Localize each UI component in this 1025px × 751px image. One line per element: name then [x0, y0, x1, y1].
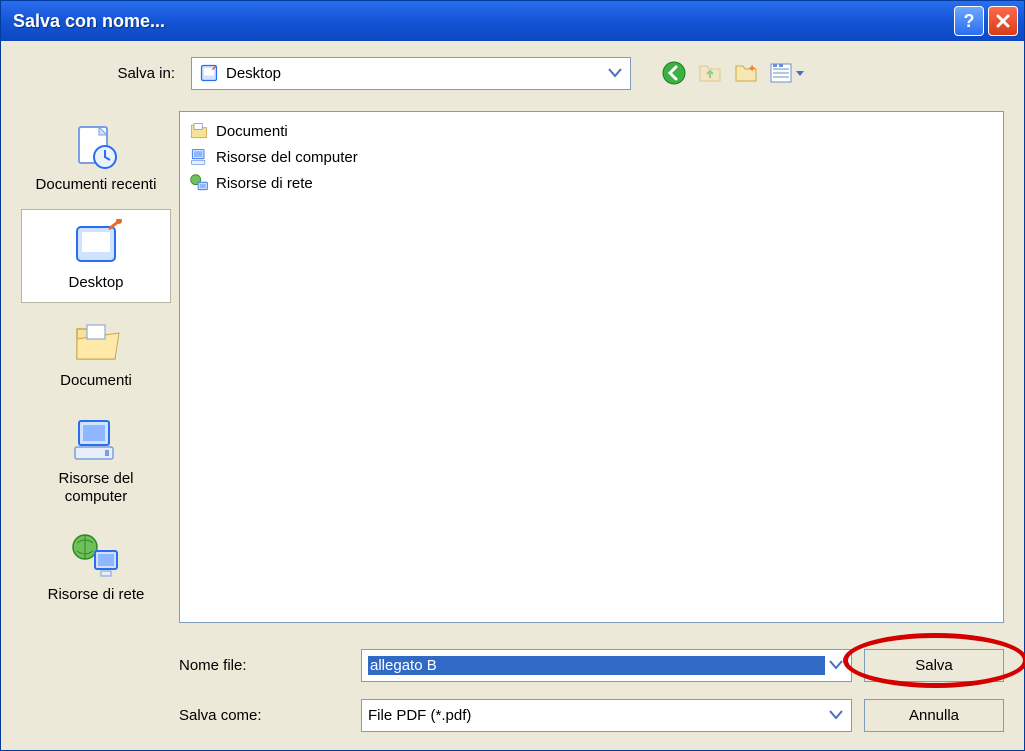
computer-small-icon	[188, 146, 210, 168]
desktop-place-icon	[66, 218, 126, 270]
views-button[interactable]	[767, 58, 807, 88]
up-one-level-button[interactable]	[695, 58, 725, 88]
file-list[interactable]: Documenti Risorse del computer	[179, 111, 1004, 623]
documents-icon	[66, 316, 126, 368]
body-row: Documenti recenti Desktop	[21, 111, 1004, 735]
place-my-computer[interactable]: Risorse del computer	[21, 405, 171, 517]
help-icon: ?	[964, 11, 975, 32]
folder-icon	[188, 120, 210, 142]
desktop-icon	[198, 62, 220, 84]
savetype-combobox[interactable]: File PDF (*.pdf)	[361, 699, 852, 732]
folder-up-icon	[697, 60, 723, 86]
new-folder-button[interactable]	[731, 58, 761, 88]
list-item-label: Risorse di rete	[216, 175, 313, 192]
cancel-button-label: Annulla	[909, 707, 959, 724]
list-item-label: Documenti	[216, 123, 288, 140]
place-label: Documenti	[60, 372, 132, 390]
savetype-value: File PDF (*.pdf)	[368, 707, 825, 724]
place-recent-docs[interactable]: Documenti recenti	[21, 111, 171, 205]
place-label: Documenti recenti	[36, 176, 157, 194]
chevron-down-icon[interactable]	[825, 704, 847, 726]
list-item[interactable]: Risorse di rete	[188, 170, 995, 196]
location-combobox[interactable]: Desktop	[191, 57, 631, 90]
saveas-dialog: Salva con nome... ? Salva in:	[0, 0, 1025, 751]
location-row: Salva in: Desktop	[21, 55, 1004, 91]
computer-icon	[66, 414, 126, 466]
chevron-down-icon[interactable]	[604, 62, 626, 84]
place-label: Risorse di rete	[48, 586, 145, 604]
save-button[interactable]: Salva	[864, 649, 1004, 682]
recent-docs-icon	[66, 120, 126, 172]
place-desktop[interactable]: Desktop	[21, 209, 171, 303]
back-button[interactable]	[659, 58, 689, 88]
close-button[interactable]	[988, 6, 1018, 36]
filename-label: Nome file:	[179, 657, 349, 674]
salva-in-label: Salva in:	[21, 65, 181, 82]
save-button-label: Salva	[915, 657, 953, 674]
bottom-controls: Nome file: allegato B Salva Salva come: …	[179, 645, 1004, 735]
place-label: Risorse del computer	[28, 470, 164, 506]
list-item[interactable]: Documenti	[188, 118, 995, 144]
titlebar: Salva con nome... ?	[1, 1, 1024, 41]
client-area: Salva in: Desktop	[1, 41, 1024, 750]
window-title: Salva con nome...	[13, 11, 165, 32]
place-label: Desktop	[68, 274, 123, 292]
network-icon	[66, 530, 126, 582]
new-folder-icon	[733, 60, 759, 86]
cancel-button[interactable]: Annulla	[864, 699, 1004, 732]
places-bar: Documenti recenti Desktop	[21, 111, 171, 735]
filename-combobox[interactable]: allegato B	[361, 649, 852, 682]
place-network[interactable]: Risorse di rete	[21, 521, 171, 615]
savetype-label: Salva come:	[179, 707, 349, 724]
place-documents[interactable]: Documenti	[21, 307, 171, 401]
list-item[interactable]: Risorse del computer	[188, 144, 995, 170]
close-icon	[995, 13, 1011, 29]
network-small-icon	[188, 172, 210, 194]
titlebar-buttons: ?	[954, 6, 1018, 36]
views-icon	[769, 60, 805, 86]
filename-value: allegato B	[368, 656, 825, 675]
chevron-down-icon[interactable]	[825, 654, 847, 676]
list-item-label: Risorse del computer	[216, 149, 358, 166]
back-icon	[661, 60, 687, 86]
file-pane: Documenti Risorse del computer	[179, 111, 1004, 735]
toolbar	[659, 58, 807, 88]
location-value: Desktop	[226, 65, 598, 82]
help-button[interactable]: ?	[954, 6, 984, 36]
